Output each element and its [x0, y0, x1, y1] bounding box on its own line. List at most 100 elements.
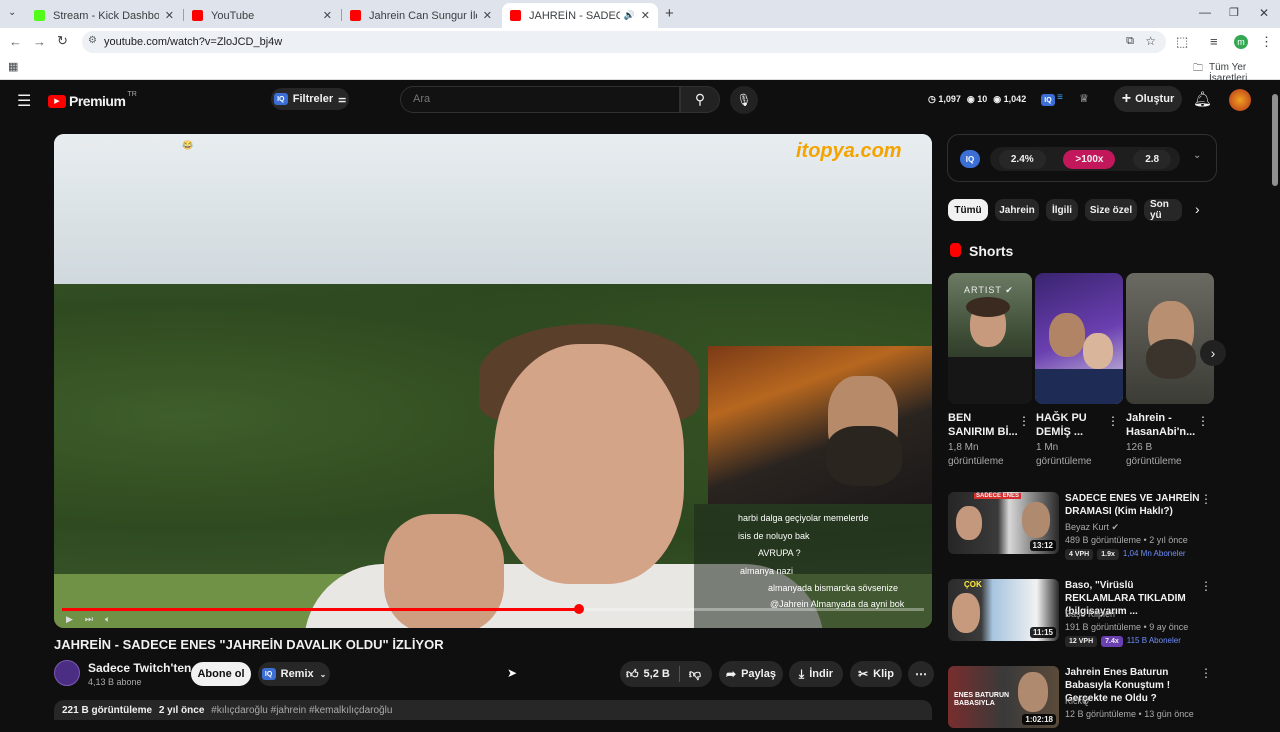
recommended-video[interactable]: ENES BATURUN BABASIYLA 1:02:18 Jahrein E…: [948, 666, 1216, 732]
filters-button[interactable]: IQ Filtreler ⚌: [271, 88, 349, 110]
kick-favicon-icon: [34, 10, 45, 21]
new-tab-icon[interactable]: +: [665, 5, 674, 22]
next-icon[interactable]: ⏭: [85, 614, 93, 625]
channel-avatar[interactable]: [54, 660, 80, 686]
video-thumbnail[interactable]: ÇOK 11:15: [948, 579, 1059, 641]
clip-button[interactable]: ✂ Klip: [850, 661, 902, 687]
chip-all[interactable]: Tümü: [948, 199, 988, 221]
video-thumbnail[interactable]: SADECE ENES 13:12: [948, 492, 1059, 554]
chip-recent[interactable]: Son yü: [1144, 199, 1182, 221]
close-tab-icon[interactable]: ✕: [323, 9, 332, 22]
iq-extension-icon[interactable]: IQ: [960, 150, 980, 168]
like-button[interactable]: 👍︎ 5,2 B: [626, 667, 670, 682]
metric-pill-highlight[interactable]: >100x: [1063, 149, 1116, 169]
recommended-video[interactable]: SADECE ENES 13:12 SADECE ENES VE JAHREİN…: [948, 492, 1216, 560]
shorts-next-button[interactable]: ›: [1200, 340, 1226, 366]
chevron-right-icon[interactable]: ›: [1195, 201, 1200, 217]
video-menu-icon[interactable]: ⋮: [1200, 666, 1212, 680]
reading-list-icon[interactable]: ≡: [1210, 34, 1218, 49]
bookmark-star-icon[interactable]: ☆: [1145, 34, 1156, 48]
profile-avatar[interactable]: m: [1234, 35, 1248, 49]
more-actions-button[interactable]: ⋯: [908, 661, 934, 687]
reload-icon[interactable]: ↻: [57, 33, 68, 49]
video-title[interactable]: SADECE ENES VE JAHREİN DRAMASI (Kim Hakl…: [1065, 492, 1205, 518]
recommended-video[interactable]: ÇOK 11:15 Baso, "Virüslü REKLAMLARA TIKL…: [948, 579, 1216, 647]
metric-pill[interactable]: 2.4%: [998, 149, 1046, 169]
download-button[interactable]: ⤓ İndir: [789, 661, 843, 687]
apps-grid-icon[interactable]: ▦: [8, 60, 18, 73]
channel-name[interactable]: Sadece Twitch'ten: [88, 661, 191, 675]
youtube-logo[interactable]: ▶ Premium TR: [48, 91, 137, 109]
chip-for-you[interactable]: Size özel: [1085, 199, 1137, 221]
video-menu-icon[interactable]: ⋮: [1200, 492, 1212, 506]
play-icon[interactable]: ▶: [66, 614, 73, 625]
restore-icon[interactable]: ❐: [1229, 6, 1239, 19]
video-thumbnail[interactable]: ENES BATURUN BABASIYLA 1:02:18: [948, 666, 1059, 728]
video-progress-bar[interactable]: [62, 604, 924, 614]
subscribe-button[interactable]: Abone ol: [191, 662, 251, 686]
volume-icon[interactable]: 🔈︎: [105, 614, 110, 625]
short-title[interactable]: BEN SANIRIM Bİ...: [948, 411, 1018, 439]
browser-tab-youtube[interactable]: YouTube ✕: [184, 3, 340, 28]
close-window-icon[interactable]: ✕: [1259, 6, 1269, 20]
account-avatar[interactable]: [1229, 89, 1251, 111]
close-tab-icon[interactable]: ✕: [641, 9, 650, 22]
sort-icon[interactable]: ≡: [1057, 92, 1063, 103]
browser-tab-jahrein-gecmisi[interactable]: Jahrein Can Sungur İle Geçmişi ✕: [342, 3, 500, 28]
channel-name[interactable]: KickQ: [1065, 696, 1089, 706]
short-menu-icon[interactable]: ⋮: [1107, 414, 1119, 428]
video-player[interactable]: harbi dalga geçiyolar memelerde isis de …: [54, 134, 932, 628]
search-box[interactable]: [400, 86, 680, 113]
short-title-line: DEMİŞ ...: [1036, 426, 1084, 438]
address-bar[interactable]: ⚙ youtube.com/watch?v=ZloJCD_bj4w ⧉ ☆: [82, 31, 1166, 53]
chip-related[interactable]: İlgili: [1046, 199, 1078, 221]
close-tab-icon[interactable]: ✕: [483, 9, 492, 22]
notifications-bell-icon[interactable]: 🔔︎: [1193, 90, 1212, 108]
share-button[interactable]: ➦ Paylaş: [719, 661, 783, 687]
search-input[interactable]: [401, 87, 671, 111]
install-app-icon[interactable]: ⧉: [1126, 35, 1134, 48]
short-thumbnail[interactable]: ARTIST ✔: [948, 273, 1032, 404]
close-tab-icon[interactable]: ✕: [165, 9, 174, 22]
short-menu-icon[interactable]: ⋮: [1197, 414, 1209, 428]
browser-tab-kick[interactable]: Stream - Kick Dashboard ✕: [26, 3, 182, 28]
shorts-logo-icon: [950, 243, 961, 257]
metric-pill[interactable]: 2.8: [1133, 149, 1172, 169]
site-info-icon[interactable]: ⚙: [88, 35, 97, 46]
thumbs-down-icon[interactable]: 👎︎: [689, 667, 701, 682]
create-label: Oluştur: [1135, 93, 1175, 105]
browser-tab-active-video[interactable]: JAHREİN - SADECE ENES "JA 🔊 ✕: [502, 3, 658, 28]
trophy-icon[interactable]: ♕: [1079, 92, 1089, 105]
page-scrollbar[interactable]: [1272, 94, 1278, 186]
short-title[interactable]: Jahrein - HasanAbi'n...: [1126, 411, 1195, 439]
back-icon[interactable]: ←: [9, 34, 22, 49]
short-thumbnail[interactable]: [1035, 273, 1123, 404]
description-tags[interactable]: #kılıçdaroğlu #jahrein #kemalkılıçdaroğl…: [211, 705, 392, 716]
chevron-down-icon[interactable]: ⌄: [1193, 150, 1201, 161]
short-views: 126 B görüntüleme: [1126, 441, 1182, 469]
minimize-icon[interactable]: —: [1199, 5, 1211, 19]
browser-menu-icon[interactable]: ⋮: [1260, 34, 1273, 50]
channel-name[interactable]: Başo Klipleri: [1065, 609, 1115, 619]
create-button[interactable]: + Oluştur: [1114, 86, 1182, 112]
description-date: 2 yıl önce: [158, 705, 205, 716]
short-menu-icon[interactable]: ⋮: [1018, 414, 1030, 428]
youtube-header: ☰ ▶ Premium TR IQ Filtreler ⚌ ⚲ 🎙 ◷ 1,09…: [0, 80, 1280, 120]
short-title[interactable]: HAĞK PU DEMİŞ ...: [1036, 411, 1087, 439]
forward-icon[interactable]: →: [33, 34, 46, 49]
video-menu-icon[interactable]: ⋮: [1200, 579, 1212, 593]
thumbnail-text: SADECE ENES: [974, 493, 1022, 499]
description-box[interactable]: 221 B görüntüleme 2 yıl önce #kılıçdaroğ…: [54, 700, 932, 720]
speaker-icon[interactable]: 🔊: [624, 10, 635, 21]
short-views-line: görüntüleme: [1126, 456, 1182, 467]
chip-jahrein[interactable]: Jahrein: [995, 199, 1039, 221]
iq-extension-icon[interactable]: IQ: [1041, 94, 1055, 106]
hamburger-menu-icon[interactable]: ☰: [17, 91, 31, 111]
search-button[interactable]: ⚲: [680, 86, 720, 113]
tab-search-icon[interactable]: ⌄: [8, 7, 16, 18]
extensions-icon[interactable]: ⬚: [1176, 34, 1188, 50]
short-thumbnail[interactable]: [1126, 273, 1214, 404]
channel-name[interactable]: Beyaz Kurt ✔: [1065, 522, 1119, 533]
remix-button[interactable]: IQ Remix ⌄: [258, 662, 330, 686]
voice-search-button[interactable]: 🎙: [730, 86, 758, 114]
